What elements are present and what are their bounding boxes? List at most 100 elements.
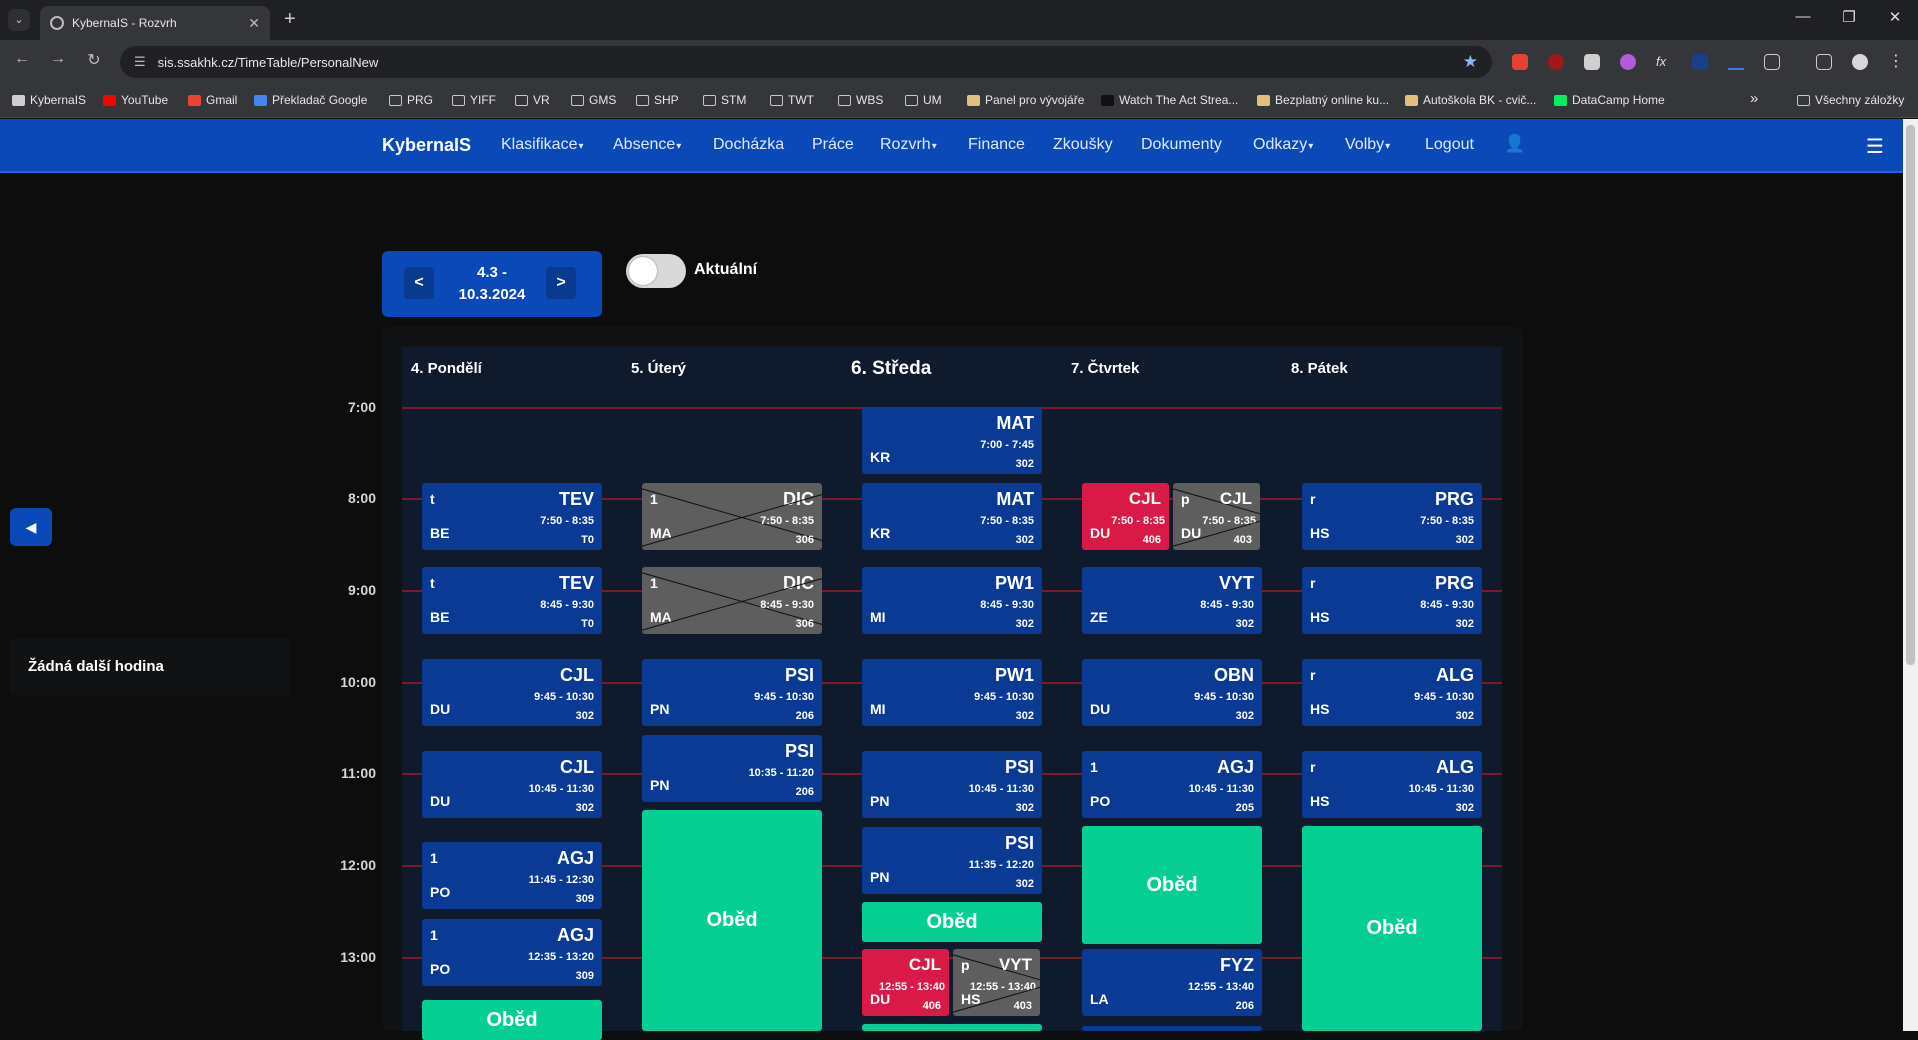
bookmark-2[interactable]: Gmail [188, 93, 237, 107]
hamburger-menu-icon[interactable]: ☰ [1866, 134, 1884, 159]
browser-menu-icon[interactable]: ⋮ [1888, 51, 1904, 70]
extension-dark-icon[interactable] [1692, 54, 1708, 70]
bookmark-3[interactable]: Překladač Google [254, 93, 367, 107]
lesson-card[interactable]: DIC 1 MA 8:45 - 9:30 306 [642, 567, 822, 635]
nav-zkousky[interactable]: Zkoušky [1053, 136, 1113, 154]
lesson-card[interactable]: MAT KR 7:00 - 7:45 302 [862, 407, 1042, 474]
lesson-card[interactable]: ALG r HS 9:45 - 10:30 302 [1302, 659, 1482, 726]
lesson-group: 1 [430, 926, 438, 943]
restore-button[interactable]: ❐ [1826, 8, 1872, 26]
lesson-card[interactable]: TEV t BE 8:45 - 9:30 T0 [422, 567, 602, 635]
bookmark-5[interactable]: YIFF [452, 93, 496, 107]
lesson-card[interactable]: PRG r HS 8:45 - 9:30 302 [1302, 567, 1482, 635]
lesson-card[interactable]: TEV t BE 7:50 - 8:35 T0 [422, 483, 602, 551]
extension-purple-icon[interactable] [1620, 54, 1636, 70]
lesson-card[interactable]: CJL DU 7:50 - 8:35 406 [1082, 483, 1169, 551]
user-icon[interactable]: 👤 [1504, 134, 1525, 154]
all-bookmarks-label: Všechny záložky [1815, 93, 1905, 107]
lesson-time: 7:50 - 8:35 [1111, 515, 1165, 528]
nav-logout[interactable]: Logout [1425, 136, 1474, 154]
brand-logo[interactable]: KybernaIS [382, 135, 471, 156]
tab-close-icon[interactable]: ✕ [248, 15, 260, 32]
bookmark-9[interactable]: STM [703, 93, 746, 107]
bookmark-8[interactable]: SHP [636, 93, 679, 107]
close-window-button[interactable]: ✕ [1872, 8, 1918, 26]
back-button[interactable]: ← [10, 50, 34, 68]
extension-ublock-icon[interactable] [1548, 54, 1564, 70]
lesson-room: 302 [1015, 709, 1034, 722]
lesson-card[interactable]: PRG r HS 7:50 - 8:35 302 [1302, 483, 1482, 551]
tab-search-button[interactable]: ⌄ [8, 9, 30, 31]
scrollbar-thumb[interactable] [1906, 125, 1915, 665]
sidebar-toggle-button[interactable]: ◀ [10, 508, 52, 546]
reload-button[interactable]: ↻ [82, 50, 106, 70]
lesson-card[interactable]: CJL p DU 7:50 - 8:35 403 [1173, 483, 1260, 551]
extension-colorwheel-icon[interactable] [1512, 54, 1528, 70]
lesson-card[interactable]: CJL DU 10:45 - 11:30 302 [422, 750, 602, 818]
all-bookmarks-button[interactable]: Všechny záložky [1797, 93, 1904, 107]
lesson-card[interactable]: DIC 1 MA 7:50 - 8:35 306 [642, 483, 822, 551]
lesson-subject: PSI [784, 665, 814, 686]
lesson-card[interactable]: AGJ 1 PO 12:35 - 13:20 309 [422, 918, 602, 986]
nav-volby[interactable]: Volby▾ [1345, 136, 1390, 154]
lesson-card[interactable]: VYT p HS 12:55 - 13:40 403 [953, 949, 1040, 1017]
bookmark-16[interactable]: Autoškola BK - cvič... [1405, 93, 1536, 107]
bookmark-star-icon[interactable]: ★ [1463, 52, 1478, 72]
bookmark-7[interactable]: GMS [571, 93, 616, 107]
browser-tab-active[interactable]: KybernaIS - Rozvrh ✕ [40, 6, 270, 40]
side-panel-icon[interactable] [1816, 54, 1832, 70]
lesson-card[interactable]: OBN DU 9:45 - 10:30 302 [1082, 659, 1262, 726]
bookmark-1[interactable]: YouTube [103, 93, 168, 107]
lesson-card[interactable]: PW1 MI 9:45 - 10:30 302 [862, 659, 1042, 726]
extension-underline-icon[interactable] [1728, 54, 1744, 70]
lesson-card[interactable]: AGJ 1 PO 10:45 - 11:30 205 [1082, 750, 1262, 818]
nav-prace[interactable]: Práce [812, 136, 854, 154]
nav-dochazka[interactable]: Docházka [713, 136, 784, 154]
prev-week-button[interactable]: < [404, 267, 434, 299]
nav-absence[interactable]: Absence▾ [613, 136, 681, 154]
lesson-card[interactable]: PSI PN 10:35 - 11:20 206 [642, 735, 822, 803]
nav-dokumenty[interactable]: Dokumenty [1141, 136, 1222, 154]
bookmark-12[interactable]: UM [905, 93, 942, 107]
bookmarks-overflow-button[interactable]: » [1750, 90, 1758, 107]
page-scrollbar[interactable] [1903, 119, 1918, 1031]
lesson-card-partial[interactable] [1082, 1026, 1262, 1031]
lesson-card[interactable]: FYZ LA 12:55 - 13:40 206 [1082, 949, 1262, 1017]
lesson-card[interactable]: AGJ 1 PO 11:45 - 12:30 309 [422, 842, 602, 910]
bookmark-0[interactable]: KybernaIS [12, 93, 86, 107]
minimize-button[interactable]: — [1780, 8, 1826, 25]
bookmark-17[interactable]: DataCamp Home [1554, 93, 1665, 107]
extensions-puzzle-icon[interactable] [1764, 54, 1780, 70]
lesson-card[interactable]: PW1 MI 8:45 - 9:30 302 [862, 567, 1042, 635]
lesson-card[interactable]: VYT ZE 8:45 - 9:30 302 [1082, 567, 1262, 635]
new-tab-button[interactable]: + [284, 8, 296, 31]
nav-odkazy[interactable]: Odkazy▾ [1253, 136, 1313, 154]
bookmark-13[interactable]: Panel pro vývojáře [967, 93, 1084, 107]
site-info-icon[interactable]: ☰ [134, 54, 146, 70]
lesson-time: 7:50 - 8:35 [1420, 515, 1474, 528]
lesson-card[interactable]: ALG r HS 10:45 - 11:30 302 [1302, 750, 1482, 818]
bookmark-11[interactable]: WBS [838, 93, 883, 107]
lesson-card[interactable]: PSI PN 9:45 - 10:30 206 [642, 659, 822, 726]
extension-fx-icon[interactable]: fx [1656, 54, 1672, 70]
nav-rozvrh[interactable]: Rozvrh▾ [880, 136, 937, 154]
lesson-card[interactable]: CJL DU 12:55 - 13:40 406 [862, 949, 949, 1017]
forward-button[interactable]: → [46, 50, 70, 68]
next-week-button[interactable]: > [546, 267, 576, 299]
bookmark-14[interactable]: Watch The Act Strea... [1101, 93, 1238, 107]
lesson-card[interactable]: PSI PN 10:45 - 11:30 302 [862, 750, 1042, 818]
lesson-card[interactable]: PSI PN 11:35 - 12:20 302 [862, 827, 1042, 894]
bookmark-4[interactable]: PRG [389, 93, 433, 107]
bookmark-15[interactable]: Bezplatný online ku... [1257, 93, 1389, 107]
extension-shield-icon[interactable] [1584, 54, 1600, 70]
nav-klasifikace[interactable]: Klasifikace▾ [501, 136, 584, 154]
current-week-toggle[interactable] [626, 254, 686, 288]
bookmark-10[interactable]: TWT [770, 93, 814, 107]
bookmark-6[interactable]: VR [515, 93, 550, 107]
nav-finance[interactable]: Finance [968, 136, 1025, 154]
lesson-subject: FYZ [1220, 955, 1254, 976]
lesson-card[interactable]: MAT KR 7:50 - 8:35 302 [862, 483, 1042, 551]
lesson-card[interactable]: CJL DU 9:45 - 10:30 302 [422, 659, 602, 726]
profile-avatar[interactable] [1852, 54, 1868, 70]
address-bar[interactable]: ☰ sis.ssakhk.cz/TimeTable/PersonalNew ★ [120, 46, 1492, 78]
